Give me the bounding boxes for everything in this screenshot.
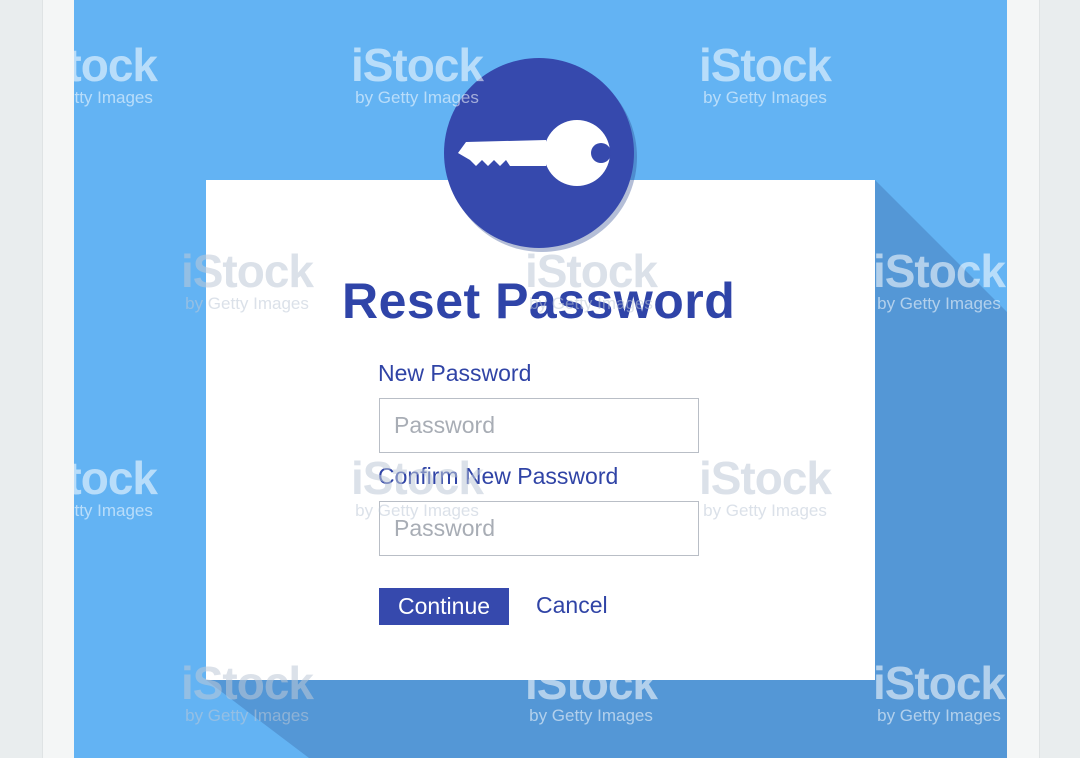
continue-button[interactable]: Continue [379,588,509,625]
cancel-link[interactable]: Cancel [536,592,608,619]
page-title: Reset Password [342,273,736,329]
new-password-input[interactable] [379,398,699,453]
stock-image: Reset Password New Password Confirm New … [74,0,1007,758]
confirm-password-input[interactable] [379,501,699,556]
right-gutter [1007,0,1040,758]
left-gutter [42,0,75,758]
new-password-label: New Password [378,360,532,386]
key-icon [458,120,611,186]
key-badge [444,58,634,248]
confirm-password-label: Confirm New Password [378,463,619,489]
